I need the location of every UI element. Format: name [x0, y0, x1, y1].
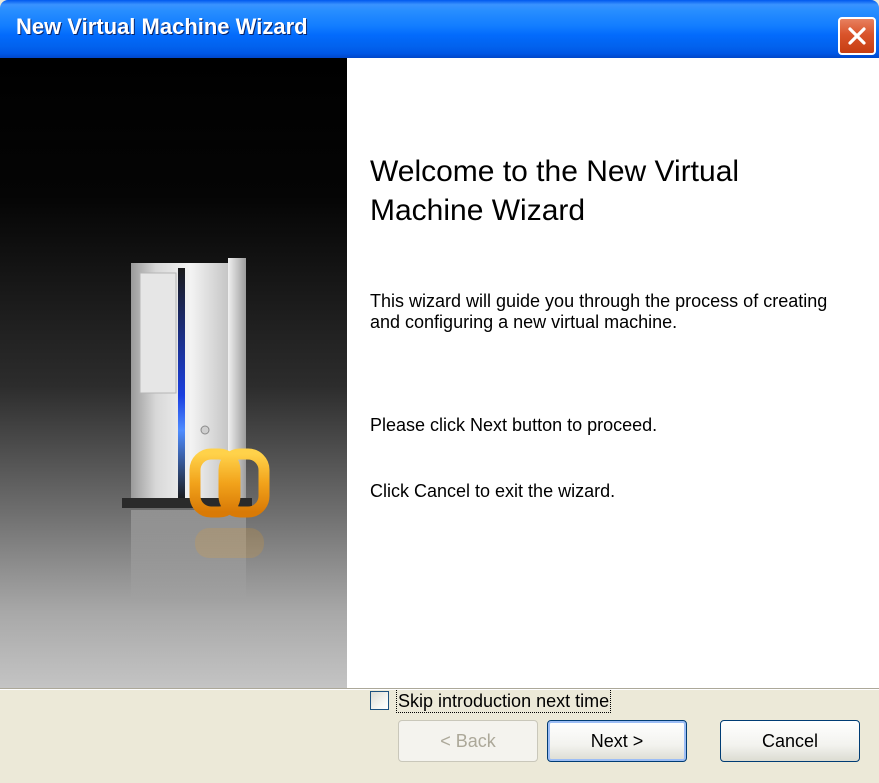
skip-intro-label[interactable]: Skip introduction next time [395, 689, 612, 713]
wizard-window: New Virtual Machine Wizard Welcome to th… [0, 0, 879, 783]
window-title: New Virtual Machine Wizard [16, 14, 308, 39]
title-bar[interactable]: New Virtual Machine Wizard [0, 0, 879, 58]
cancel-paragraph: Click Cancel to exit the wizard. [370, 481, 616, 501]
sidebar-illustration-panel [0, 58, 347, 688]
page-title: Welcome to the New Virtual Machine Wizar… [370, 155, 740, 227]
back-button[interactable]: < Back [398, 720, 538, 762]
cancel-button[interactable]: Cancel [720, 720, 860, 762]
computer-tower-with-logo-icon [122, 258, 270, 600]
skip-intro-checkbox[interactable] [370, 691, 389, 710]
footer-divider [0, 688, 879, 690]
wizard-content: Welcome to the New Virtual Machine Wizar… [0, 58, 879, 713]
close-icon [848, 27, 866, 45]
intro-paragraph: This wizard will guide you through the p… [370, 291, 828, 332]
next-button[interactable]: Next > [547, 720, 687, 762]
proceed-paragraph: Please click Next button to proceed. [370, 415, 658, 435]
close-button[interactable] [838, 17, 876, 55]
